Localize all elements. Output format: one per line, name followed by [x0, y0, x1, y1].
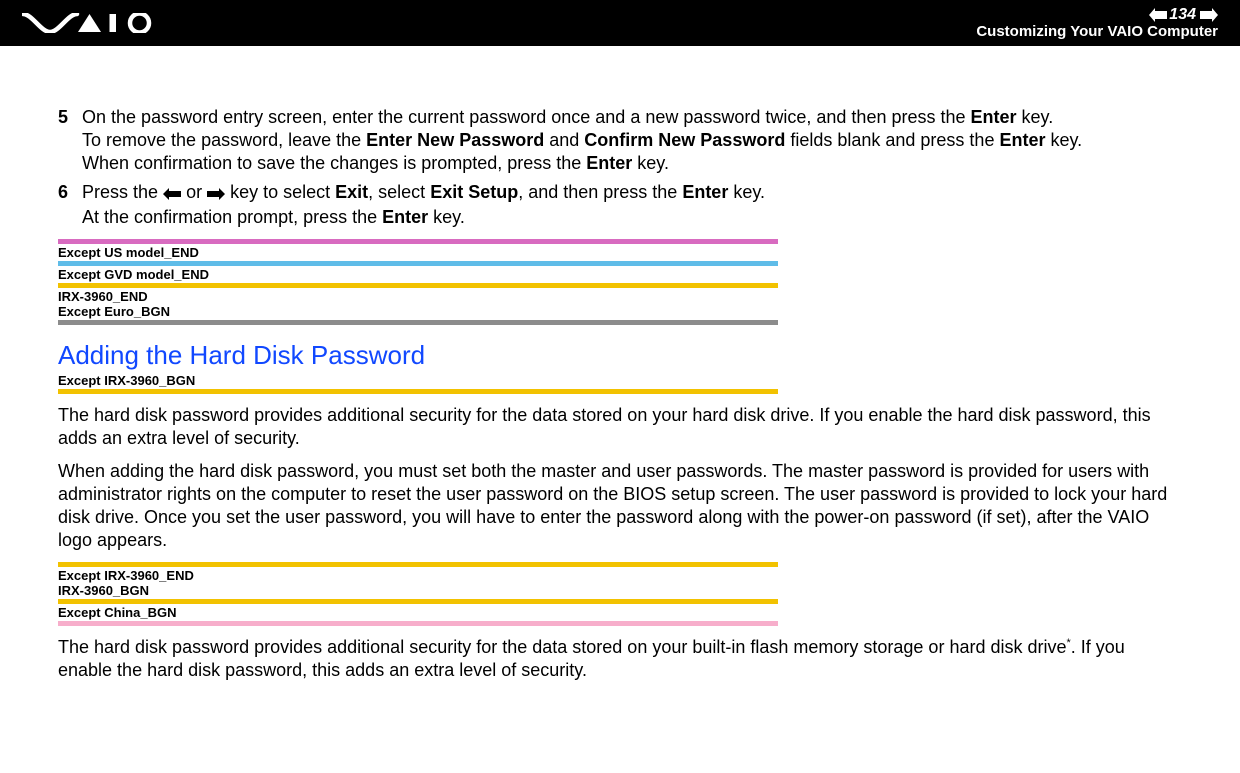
marker-bar: [58, 239, 778, 244]
marker: Except US model_END: [58, 239, 778, 261]
step-number: 5: [58, 106, 68, 175]
marker-block-2: Except IRX-3960_BGN: [58, 374, 778, 394]
marker-block-1: Except US model_END Except GVD model_END…: [58, 239, 778, 325]
marker-block-3: Except IRX-3960_ENDIRX-3960_BGN Except C…: [58, 562, 778, 626]
paragraph: The hard disk password provides addition…: [58, 636, 1182, 682]
next-page-arrow-icon[interactable]: [1200, 8, 1218, 22]
marker: Except IRX-3960_BGN: [58, 374, 778, 394]
marker: Except GVD model_END: [58, 261, 778, 283]
page: 134 Customizing Your VAIO Computer 5 On …: [0, 0, 1240, 773]
header-bar: 134 Customizing Your VAIO Computer: [0, 0, 1240, 46]
marker: Except China_BGN: [58, 599, 778, 621]
left-arrow-icon: [163, 183, 181, 206]
marker-bar: [58, 599, 778, 604]
marker: [58, 320, 778, 325]
step-number: 6: [58, 181, 68, 229]
marker-label: Except GVD model_END: [58, 268, 778, 283]
vaio-logo-icon: [22, 13, 177, 33]
marker-label: Except US model_END: [58, 246, 778, 261]
header-right: 134 Customizing Your VAIO Computer: [976, 7, 1218, 39]
marker-label: Except IRX-3960_ENDIRX-3960_BGN: [58, 569, 778, 599]
content-area: 5 On the password entry screen, enter th…: [0, 46, 1240, 682]
step-6: 6 Press the or key to select Exit, selec…: [58, 181, 1182, 229]
prev-page-arrow-icon[interactable]: [1149, 8, 1167, 22]
paragraph: The hard disk password provides addition…: [58, 404, 1182, 450]
marker: IRX-3960_ENDExcept Euro_BGN: [58, 283, 778, 320]
marker-bar: [58, 261, 778, 266]
marker-bar: [58, 562, 778, 567]
section-title: Customizing Your VAIO Computer: [976, 24, 1218, 39]
step-body: On the password entry screen, enter the …: [82, 106, 1182, 175]
marker-bar: [58, 621, 778, 626]
marker-bar: [58, 283, 778, 288]
page-number: 134: [1169, 7, 1196, 23]
right-arrow-icon: [207, 183, 225, 206]
step-5: 5 On the password entry screen, enter th…: [58, 106, 1182, 175]
vaio-logo: [22, 13, 177, 33]
marker: [58, 621, 778, 626]
subheading: Adding the Hard Disk Password: [58, 339, 1182, 372]
marker-bar: [58, 320, 778, 325]
step-body: Press the or key to select Exit, select …: [82, 181, 1182, 229]
marker-label: Except China_BGN: [58, 606, 778, 621]
marker-label: IRX-3960_ENDExcept Euro_BGN: [58, 290, 778, 320]
marker-label: Except IRX-3960_BGN: [58, 374, 778, 389]
paragraph: When adding the hard disk password, you …: [58, 460, 1182, 552]
marker: Except IRX-3960_ENDIRX-3960_BGN: [58, 562, 778, 599]
marker-bar: [58, 389, 778, 394]
